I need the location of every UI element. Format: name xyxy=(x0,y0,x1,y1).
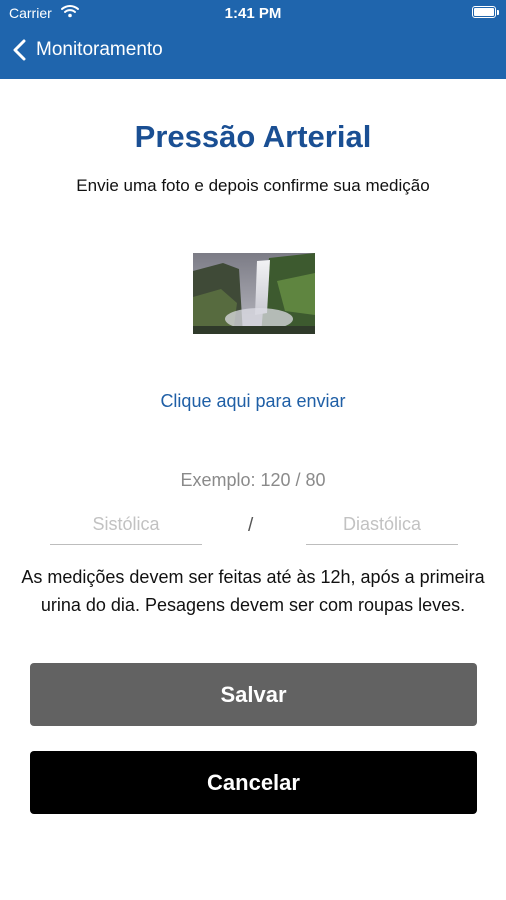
status-time: 1:41 PM xyxy=(224,5,282,22)
diastolic-input[interactable] xyxy=(306,505,458,545)
cancel-button[interactable]: Cancelar xyxy=(30,751,477,814)
systolic-input[interactable] xyxy=(50,505,202,545)
page-title: Pressão Arterial xyxy=(134,119,372,154)
page-subtitle: Envie uma foto e depois confirme sua med… xyxy=(76,176,430,195)
navigation-header: Carrier 1:41 PM Monitoramento xyxy=(0,0,506,79)
chevron-left-icon xyxy=(13,39,26,61)
battery-cap xyxy=(497,10,499,15)
separator-slash: / xyxy=(248,515,254,536)
photo-thumbnail[interactable] xyxy=(193,253,315,334)
nav-bar: Monitoramento xyxy=(0,28,506,79)
back-button[interactable]: Monitoramento xyxy=(12,39,163,61)
status-bar: Carrier 1:41 PM xyxy=(0,0,506,28)
back-label: Monitoramento xyxy=(36,39,163,60)
example-hint: Exemplo: 120 / 80 xyxy=(180,470,326,490)
upload-link[interactable]: Clique aqui para enviar xyxy=(0,391,506,412)
instructions-note: As medições devem ser feitas até às 12h,… xyxy=(21,567,485,615)
save-button[interactable]: Salvar xyxy=(30,663,477,726)
battery-icon xyxy=(472,6,496,18)
